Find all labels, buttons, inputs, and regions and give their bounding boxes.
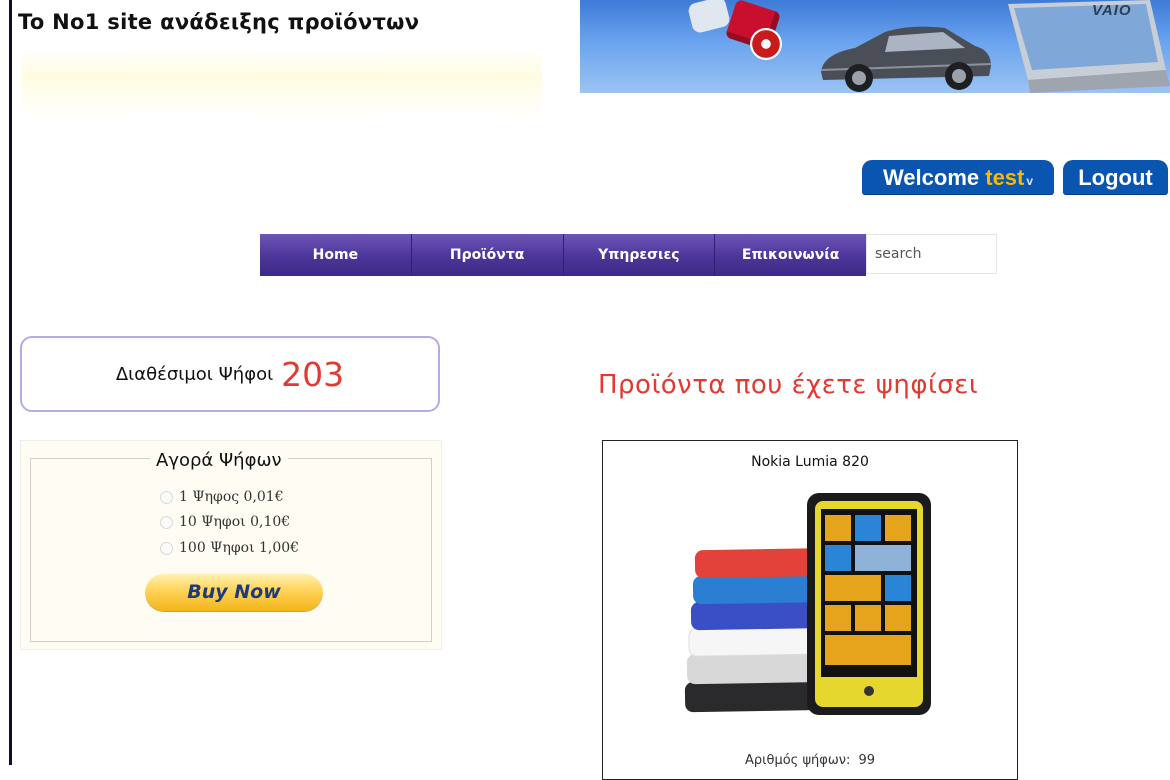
logout-button[interactable]: Logout <box>1063 160 1168 194</box>
main-nav: Home Προϊόντα Υπηρεσιες Επικοινωνία <box>260 234 866 276</box>
chevron-down-icon: v <box>1026 174 1034 188</box>
vote-package-label: 100 Ψηφοι 1,00€ <box>179 540 300 556</box>
radio-button[interactable] <box>160 541 173 555</box>
product-votes-label: Αριθμός ψήφων: <box>744 753 851 768</box>
title-background-fade <box>22 48 542 118</box>
available-votes-box: Διαθέσιμοι Ψήφοι 203 <box>20 336 440 412</box>
product-image <box>684 493 931 715</box>
product-votes-count: 99 <box>858 753 876 768</box>
vote-package-option[interactable]: 1 Ψηφος 0,01€ <box>160 487 284 507</box>
nav-item-home[interactable]: Home <box>260 234 412 276</box>
nav-item-services[interactable]: Υπηρεσιες <box>563 234 716 276</box>
search-input[interactable] <box>866 234 997 274</box>
radio-button[interactable] <box>160 515 173 529</box>
buy-votes-legend: Αγορά Ψήφων <box>150 450 288 471</box>
welcome-label: Welcome <box>882 165 980 190</box>
left-border-rule <box>9 0 12 765</box>
brand-text: VAIO <box>1092 2 1132 19</box>
buy-now-button[interactable]: Buy Now <box>145 573 323 611</box>
header-banner: VAIO <box>580 0 1170 93</box>
welcome-user-menu[interactable]: Welcome test v <box>862 160 1054 194</box>
site-title: To No1 site ανάδειξης προϊόντων <box>18 10 420 34</box>
username: test <box>985 165 1025 190</box>
car-graphic <box>820 26 992 92</box>
product-name: Nokia Lumia 820 <box>751 454 869 470</box>
vote-package-option[interactable]: 10 Ψηφοι 0,10€ <box>160 512 290 532</box>
radio-button[interactable] <box>160 490 173 504</box>
laptop-graphic <box>1008 0 1170 93</box>
available-votes-count: 203 <box>281 354 345 394</box>
nav-item-products[interactable]: Προϊόντα <box>411 234 564 276</box>
casino-chip-graphic <box>750 28 782 60</box>
vote-package-label: 10 Ψηφοι 0,10€ <box>179 514 291 530</box>
dice-graphic <box>686 0 732 35</box>
product-card[interactable]: Nokia Lumia 820 Αριθμός ψήφων: 99 <box>602 440 1018 780</box>
vote-package-label: 1 Ψηφος 0,01€ <box>179 489 284 505</box>
product-votes: Αριθμός ψήφων: 99 <box>603 753 1017 768</box>
nav-item-contact[interactable]: Επικοινωνία <box>715 234 866 276</box>
voted-products-heading: Προϊόντα που έχετε ψηφίσει <box>598 370 979 400</box>
available-votes-label: Διαθέσιμοι Ψήφοι <box>115 363 274 385</box>
vote-package-option[interactable]: 100 Ψηφοι 1,00€ <box>160 538 299 558</box>
